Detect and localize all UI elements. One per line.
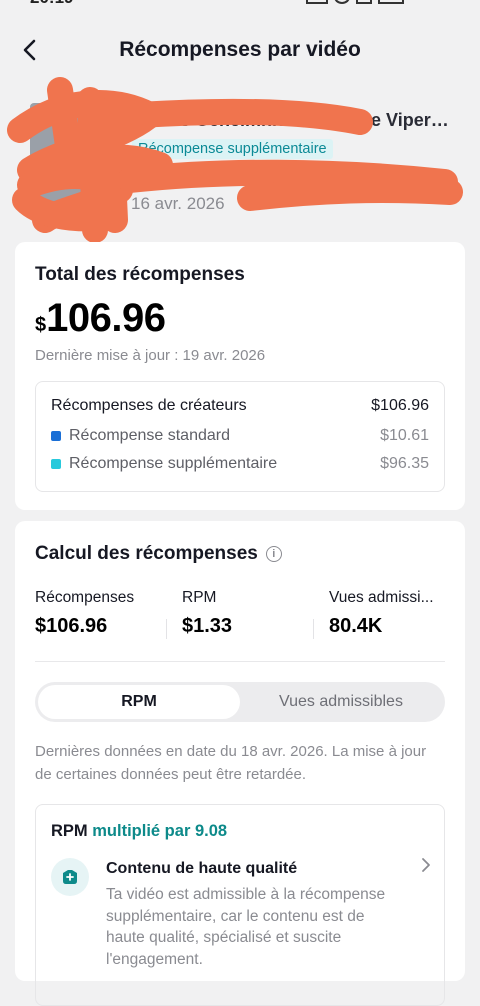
breakdown-value: $106.96 xyxy=(371,397,429,414)
stat-eligible-views: Vues admissi... 80.4K xyxy=(329,589,444,638)
divider xyxy=(35,661,445,662)
breakdown-row-standard: Récompense standard $10.61 xyxy=(51,427,429,445)
total-amount-value: 106.96 xyxy=(46,296,166,340)
status-time: 20:19 xyxy=(30,0,73,8)
standard-legend-dot xyxy=(51,431,61,441)
quality-content-title: Contenu de haute qualité xyxy=(106,860,298,877)
rpm-multiplier-box: RPM multiplié par 9.08 Contenu de haute … xyxy=(35,804,445,1006)
calc-title: Calcul des récompenses i xyxy=(35,543,282,565)
quality-content-description: Ta vidéo est admissible à la récompense … xyxy=(106,886,386,968)
stat-divider xyxy=(313,619,314,639)
breakdown-row-bonus: Récompense supplémentaire $96.35 xyxy=(51,455,429,473)
info-icon[interactable]: i xyxy=(265,546,282,562)
last-updated: Dernière mise à jour : 19 avr. 2026 xyxy=(35,347,266,364)
rewards-breakdown: Récompenses de créateurs $106.96 Récompe… xyxy=(35,381,445,492)
video-date: 16 avr. 2026 xyxy=(131,194,225,213)
stat-value: $1.33 xyxy=(182,615,233,637)
video-title: ...s Geheimnis der Dodge Viper – ... xyxy=(165,110,450,130)
video-thumbnail[interactable] xyxy=(30,103,106,213)
rpm-prefix: RPM xyxy=(51,822,88,840)
tab-rpm[interactable]: RPM xyxy=(38,685,240,719)
total-rewards-card: Total des récompenses $106.96 Dernière m… xyxy=(15,242,465,510)
stat-value: 80.4K xyxy=(329,615,383,637)
quality-content-icon xyxy=(51,858,89,896)
rewards-calculation-card: Calcul des récompenses i Récompenses $10… xyxy=(15,521,465,1006)
data-delay-note: Dernières données en date du 18 avr. 202… xyxy=(35,743,427,783)
breakdown-value: $10.61 xyxy=(380,427,429,444)
breakdown-label: Récompense standard xyxy=(69,427,230,444)
stat-rewards: Récompenses $106.96 xyxy=(35,589,165,638)
currency-symbol: $ xyxy=(35,314,47,336)
tab-eligible-views[interactable]: Vues admissibles xyxy=(240,685,442,719)
breakdown-label: Récompense supplémentaire xyxy=(69,455,278,472)
total-amount: $106.96 xyxy=(35,296,166,341)
stat-label: Vues admissi... xyxy=(329,589,434,606)
stat-label: RPM xyxy=(182,589,217,606)
breakdown-row-creator: Récompenses de créateurs $106.96 xyxy=(51,397,429,415)
chevron-right-icon[interactable] xyxy=(416,855,436,875)
stat-label: Récompenses xyxy=(35,589,135,606)
rpm-multiplier-heading: RPM multiplié par 9.08 xyxy=(51,822,227,841)
total-title: Total des récompenses xyxy=(35,264,245,285)
rpm-multiplier: multiplié par 9.08 xyxy=(92,822,228,840)
status-icons xyxy=(300,0,450,4)
metric-toggle: RPM Vues admissibles xyxy=(35,682,445,722)
bonus-tag: Récompense supplémentaire xyxy=(132,139,333,159)
breakdown-label: Récompenses de créateurs xyxy=(51,397,247,414)
bonus-legend-dot xyxy=(51,459,61,469)
stat-divider xyxy=(166,619,167,639)
breakdown-value: $96.35 xyxy=(380,455,429,472)
page-title: Récompenses par vidéo xyxy=(119,38,361,61)
stat-value: $106.96 xyxy=(35,615,108,637)
stat-rpm: RPM $1.33 xyxy=(182,589,312,638)
calc-title-text: Calcul des récompenses xyxy=(35,543,258,564)
